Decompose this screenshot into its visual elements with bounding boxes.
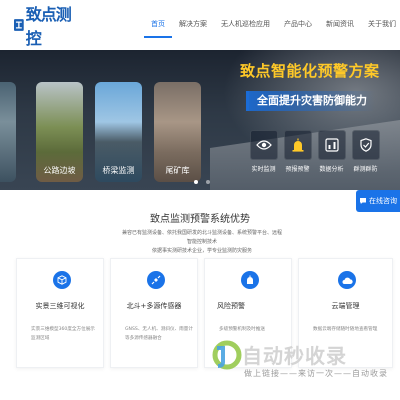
banner-subtitle: 全面提升灾害防御能力 [246, 91, 375, 111]
advantage-icon-bg [338, 271, 356, 289]
chart-icon [324, 138, 339, 152]
advantage-icon-bg [241, 271, 259, 289]
logo-text: 致点测控 [25, 5, 72, 48]
watermark: 自动秒收录 做上链接——来访一次——自动收录 [210, 338, 400, 400]
nav-item-products[interactable]: 产品中心 [277, 10, 319, 38]
carousel-dot[interactable] [194, 180, 198, 184]
advantage-title: 风险预警 [217, 302, 245, 310]
advantage-title: 北斗+多源传感器 [126, 302, 182, 310]
feature-icon-box [317, 130, 346, 160]
scenario-card-slope[interactable]: 公路边坡 [36, 82, 83, 182]
carousel-dots [190, 180, 214, 184]
feature-label: 数据分析 [319, 166, 344, 173]
nav-item-drone[interactable]: 无人机巡检应用 [214, 10, 277, 38]
section-title: 致点监测预警系统优势 [150, 214, 250, 225]
page: 致点测控 首页 解决方案 无人机巡检应用 产品中心 新闻资讯 关于我们 致点智能… [0, 0, 400, 400]
carousel-dot[interactable] [206, 180, 210, 184]
online-chat-button[interactable]: 在线咨询 [356, 190, 400, 212]
feature-label: 实时监测 [251, 166, 276, 173]
logo-mark-icon [14, 19, 24, 31]
scenario-card-label: 尾矿库 [165, 166, 190, 175]
feature-label: 群测群防 [353, 166, 378, 173]
advantage-desc: 多级预警机制及时推送 [219, 327, 265, 332]
warning-icon [247, 275, 253, 284]
nav-item-news[interactable]: 新闻资讯 [319, 10, 361, 38]
cloud-icon [342, 277, 353, 284]
section-desc-line: 依据事实测研技术企业，学专业监测防灾服务 [151, 248, 252, 254]
cube-icon [57, 275, 67, 285]
watermark-logo-icon [212, 340, 242, 370]
advantage-card[interactable]: 实景三维可视化 实景三维模型360度全方位展示监测区域 [16, 258, 104, 368]
chat-icon [360, 198, 366, 204]
watermark-text: 自动秒收录 [242, 344, 347, 368]
watermark-subtext: 做上链接——来访一次——自动收录 [244, 369, 388, 378]
feature-icon-box [249, 130, 278, 160]
main-nav: 首页 解决方案 无人机巡检应用 产品中心 新闻资讯 关于我们 [144, 10, 400, 38]
scenario-card-tailings[interactable]: 尾矿库 [154, 82, 201, 182]
nav-item-solutions[interactable]: 解决方案 [172, 10, 214, 38]
advantage-title: 实景三维可视化 [35, 302, 85, 310]
advantage-desc: 实景三维模型360度全方位展示监测区域 [31, 327, 95, 341]
feature-label: 预报预警 [285, 166, 310, 173]
logo[interactable]: 致点测控 [14, 5, 84, 48]
feature-list: 实时监测 预报预警 数据分析 群测群防 [248, 130, 384, 173]
nav-item-home[interactable]: 首页 [144, 10, 172, 38]
scenario-card-bridge[interactable]: 桥梁监测 [95, 82, 142, 182]
advantage-desc: 数据云端存储随时随地查看管理 [313, 327, 378, 332]
alarm-icon [292, 138, 303, 152]
scenario-card-dam[interactable]: 大坝 [0, 82, 16, 182]
advantage-desc: GNSS、无人机、测斜仪、雨量计等多源传感器融合 [125, 327, 193, 341]
eye-icon [255, 140, 272, 150]
banner-title: 致点智能化预警方案 [240, 62, 380, 80]
shield-icon [359, 138, 372, 152]
feature-icon-box [283, 130, 312, 160]
online-chat-label: 在线咨询 [369, 197, 397, 205]
advantage-icon-bg [147, 271, 165, 289]
section-desc-line: 兼容已有监测设备、依托我国研发的北斗监测设备、系统预警平台、远程智能控制技术 [122, 230, 283, 245]
feature-item: 数据分析 [316, 130, 347, 173]
feature-item: 群测群防 [350, 130, 381, 173]
advantage-card[interactable]: 北斗+多源传感器 GNSS、无人机、测斜仪、雨量计等多源传感器融合 [110, 258, 198, 368]
scenario-card-label: 公路边坡 [43, 166, 76, 175]
feature-icon-box [351, 130, 380, 160]
scenario-card-label: 桥梁监测 [102, 166, 135, 175]
satellite-icon [151, 275, 161, 285]
section-description: 兼容已有监测设备、依托我国研发的北斗监测设备、系统预警平台、远程智能控制技术 依… [122, 229, 282, 256]
feature-item: 实时监测 [248, 130, 279, 173]
nav-item-about[interactable]: 关于我们 [361, 10, 400, 38]
header: 致点测控 首页 解决方案 无人机巡检应用 产品中心 新闻资讯 关于我们 [0, 0, 400, 50]
feature-item: 预报预警 [282, 130, 313, 173]
advantage-icon-bg [53, 271, 71, 289]
advantage-title: 云端管理 [331, 302, 360, 310]
hero-banner[interactable]: 致点智能化预警方案 全面提升灾害防御能力 大坝 公路边坡 桥梁监测 尾矿库 [0, 50, 400, 190]
